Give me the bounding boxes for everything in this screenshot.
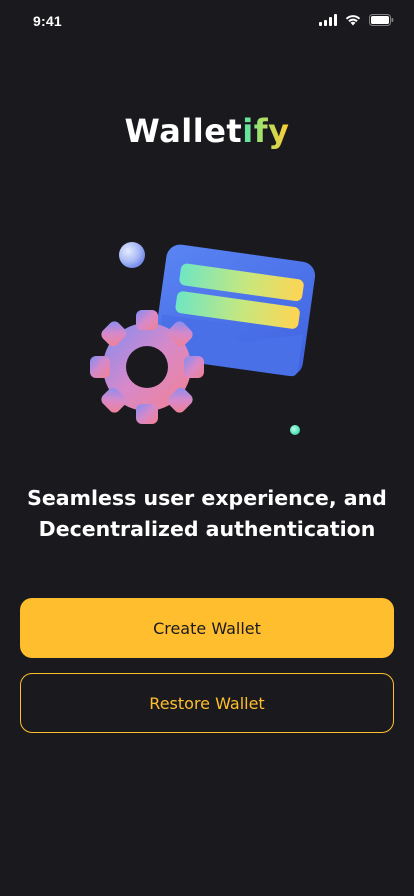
restore-wallet-button[interactable]: Restore Wallet [20, 673, 394, 733]
hero-illustration [80, 232, 330, 442]
wifi-icon [345, 14, 361, 26]
status-time: 9:41 [33, 13, 62, 29]
status-bar: 9:41 [0, 0, 414, 44]
logo-text-accent: ify [242, 112, 290, 150]
app-logo: Walletify [0, 112, 414, 150]
restore-wallet-label: Restore Wallet [149, 693, 265, 713]
status-icons [319, 13, 394, 27]
create-wallet-label: Create Wallet [153, 618, 261, 638]
logo-text-primary: Wallet [124, 112, 243, 150]
battery-icon [369, 14, 394, 26]
cellular-signal-icon [319, 14, 337, 26]
create-wallet-button[interactable]: Create Wallet [20, 598, 394, 658]
orb-blue [119, 242, 145, 268]
headline: Seamless user experience, and Decentrali… [0, 483, 414, 545]
orb-teal [290, 425, 300, 435]
headline-line-2: Decentralized authentication [38, 517, 376, 541]
headline-line-1: Seamless user experience, and [27, 486, 387, 510]
